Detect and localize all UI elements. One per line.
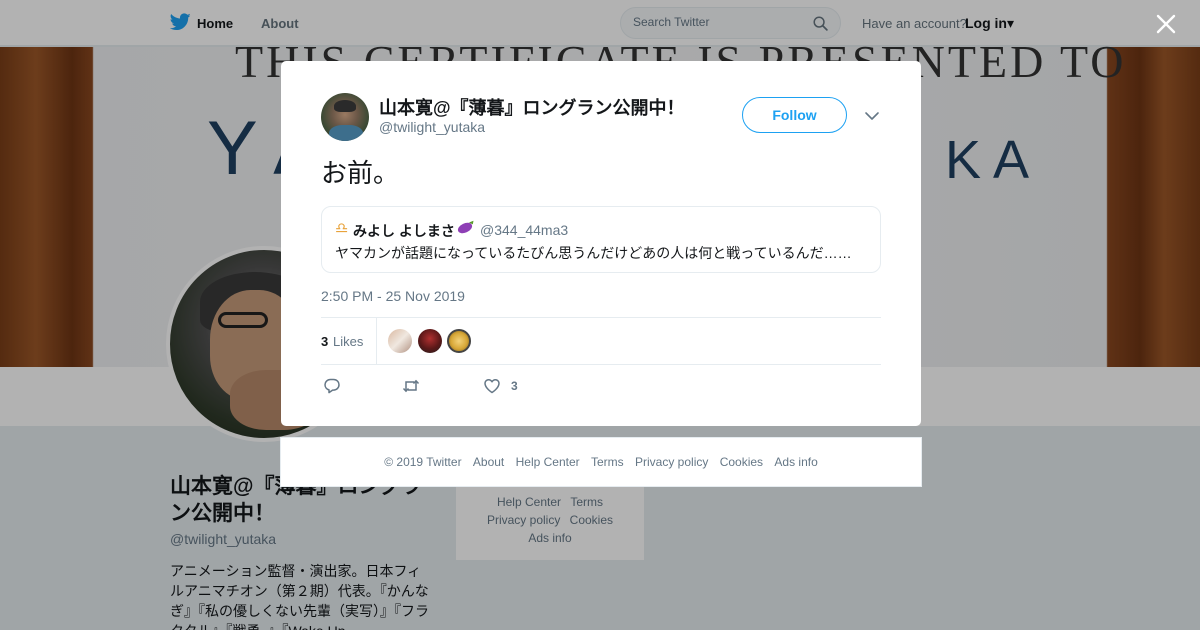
chevron-down-icon[interactable]: [864, 108, 880, 124]
like-action-count[interactable]: 3: [511, 379, 518, 393]
tweet-actions: 3: [321, 377, 621, 397]
footer-link-privacy[interactable]: Privacy policy: [635, 455, 708, 469]
author-avatar-hair: [334, 100, 356, 112]
eggplant-emoji-icon: [457, 220, 474, 234]
footer-link-cookies[interactable]: Cookies: [720, 455, 763, 469]
close-icon[interactable]: [1155, 13, 1177, 35]
author-avatar-shirt: [329, 125, 363, 141]
footer-link-help-center[interactable]: Help Center: [516, 455, 580, 469]
liker-avatar[interactable]: [418, 329, 442, 353]
quoted-author-handle: @344_44ma3: [480, 222, 569, 238]
libra-emoji-icon: ♎: [335, 220, 349, 237]
author-name[interactable]: 山本寛@『薄暮』ロングラン公開中！: [379, 94, 685, 120]
liker-avatar[interactable]: [447, 329, 471, 353]
likes-label[interactable]: Likes: [333, 334, 363, 349]
quoted-author-name: みよし よしまさ: [353, 223, 455, 239]
likes-count[interactable]: 3: [321, 334, 328, 349]
tweet-timestamp[interactable]: 2:50 PM - 25 Nov 2019: [321, 288, 465, 304]
stats-divider: [376, 318, 377, 364]
footer-links: © 2019 Twitter About Help Center Terms P…: [280, 437, 922, 487]
footer-link-terms[interactable]: Terms: [591, 455, 624, 469]
quoted-tweet-text: ヤマカンが話題になっているたびん思うんだけどあの人は何と戦っているんだ……: [335, 245, 852, 261]
retweet-icon[interactable]: [402, 377, 420, 395]
copyright-text: © 2019 Twitter: [384, 455, 462, 469]
author-avatar[interactable]: [321, 93, 369, 141]
heart-icon[interactable]: [483, 377, 501, 395]
quoted-tweet[interactable]: ♎ みよし よしまさ @344_44ma3 ヤマカンが話題になっているたびん思う…: [321, 206, 881, 273]
tweet-modal: 山本寛@『薄暮』ロングラン公開中！ @twilight_yutaka Follo…: [281, 61, 921, 426]
reply-icon[interactable]: [323, 377, 341, 395]
liker-avatar[interactable]: [388, 329, 412, 353]
tweet-text: お前。: [321, 158, 400, 188]
author-handle[interactable]: @twilight_yutaka: [379, 119, 485, 135]
tweet-stats: 3 Likes: [321, 317, 881, 365]
follow-button[interactable]: Follow: [742, 97, 847, 133]
footer-link-ads-info[interactable]: Ads info: [774, 455, 817, 469]
footer-link-about[interactable]: About: [473, 455, 504, 469]
